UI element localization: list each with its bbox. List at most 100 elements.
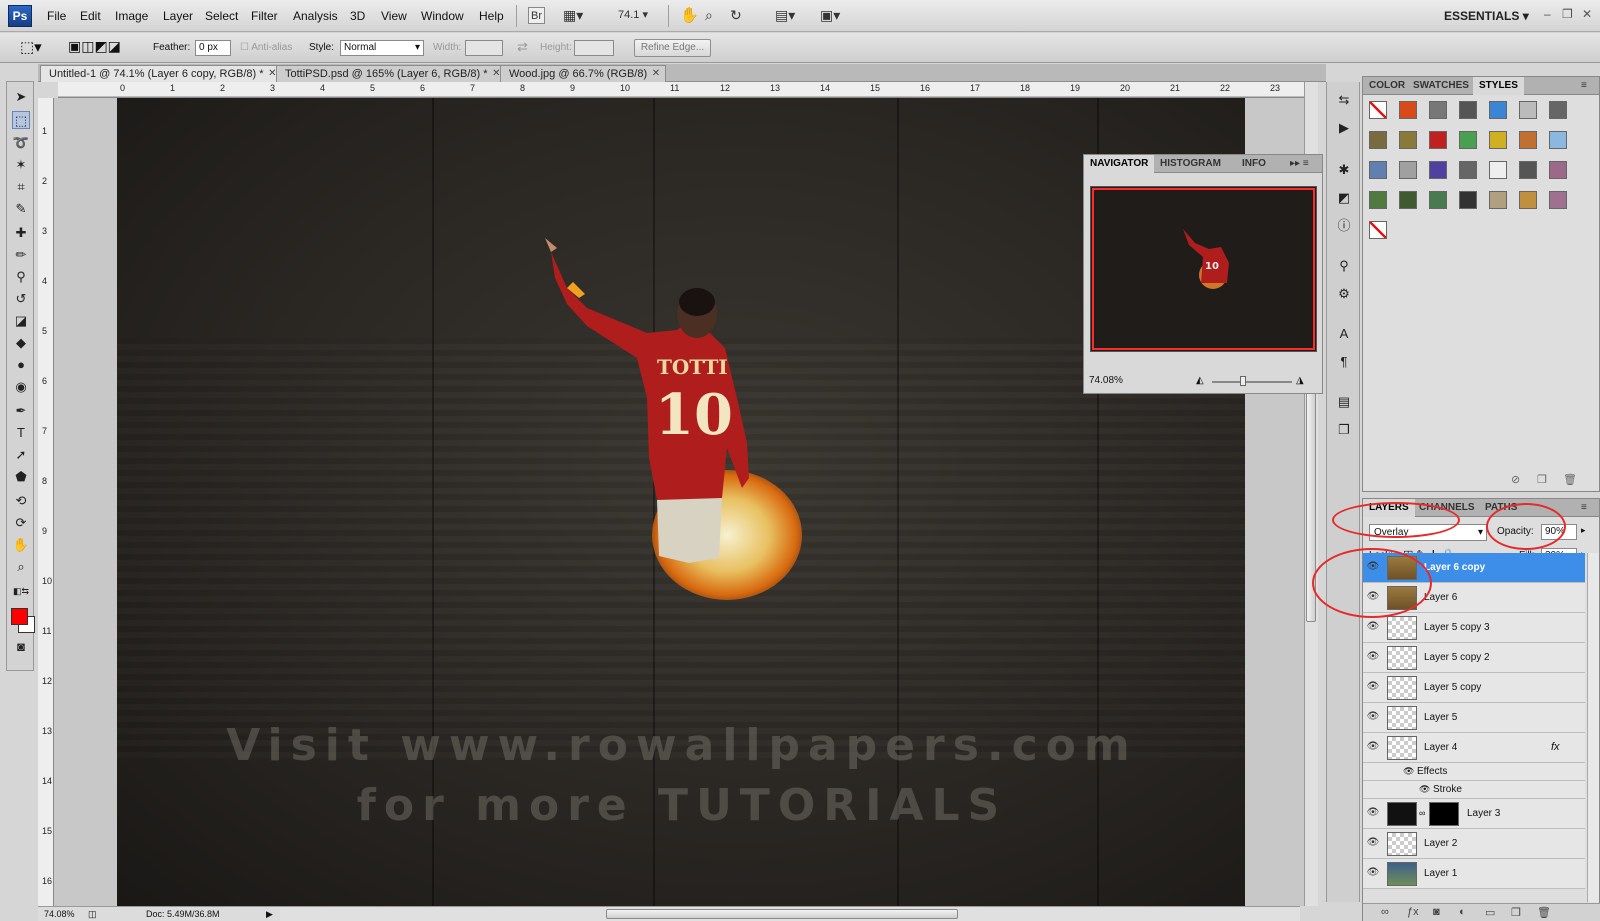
- style-swatch[interactable]: [1519, 131, 1537, 149]
- fx-icon[interactable]: fx: [1551, 741, 1560, 753]
- style-swatch[interactable]: [1429, 101, 1447, 119]
- zoom-icon[interactable]: ⌕: [705, 7, 713, 24]
- style-swatch[interactable]: [1549, 101, 1567, 119]
- zoom-level-dropdown[interactable]: 74.1 ▾: [618, 7, 648, 24]
- style-swatch[interactable]: [1459, 161, 1477, 179]
- menu-layer[interactable]: Layer: [163, 9, 193, 23]
- style-swatch[interactable]: [1519, 191, 1537, 209]
- close-tab-icon[interactable]: ✕: [652, 66, 660, 82]
- menu-3d[interactable]: 3D: [350, 9, 365, 23]
- layer-row-1[interactable]: 👁 Layer 1: [1363, 859, 1585, 889]
- style-dropdown[interactable]: Normal ▾: [340, 40, 424, 56]
- new-layer-icon[interactable]: ❐: [1511, 906, 1521, 919]
- zoom-out-icon[interactable]: ◭: [1196, 375, 1204, 386]
- tab-color[interactable]: COLOR: [1363, 77, 1411, 95]
- tab-info[interactable]: INFO: [1236, 155, 1272, 173]
- magic-wand-icon[interactable]: ✶: [12, 156, 30, 174]
- panel-menu-icon[interactable]: ≡: [1575, 77, 1593, 95]
- quick-mask-icon[interactable]: ◙: [12, 638, 30, 656]
- tool-presets-icon[interactable]: ⚙: [1335, 286, 1353, 302]
- shape-tool-icon[interactable]: ⬟: [12, 468, 30, 486]
- panel-menu-icon[interactable]: ▸▸ ≡: [1284, 155, 1315, 173]
- document-canvas[interactable]: TOTTI 10 Visit www.rowallpapers.com for …: [117, 98, 1245, 906]
- panel-menu-icon[interactable]: ≡: [1575, 499, 1593, 517]
- style-swatch[interactable]: [1459, 131, 1477, 149]
- layer-row-2[interactable]: 👁 Layer 2: [1363, 829, 1585, 859]
- navigator-zoom-slider[interactable]: [1212, 381, 1292, 383]
- marquee-preset-icon[interactable]: ⬚▾: [20, 38, 42, 56]
- menu-view[interactable]: View: [381, 9, 407, 23]
- lasso-tool-icon[interactable]: ➰: [12, 134, 30, 152]
- selection-mode-icons[interactable]: ▣◫◩◪: [68, 38, 121, 55]
- style-swatch[interactable]: [1489, 161, 1507, 179]
- layer-stroke-row[interactable]: 👁 Stroke: [1363, 781, 1585, 799]
- menu-help[interactable]: Help: [479, 9, 504, 23]
- style-swatch[interactable]: [1399, 101, 1417, 119]
- menu-window[interactable]: Window: [421, 9, 464, 23]
- eyedropper-icon[interactable]: ✎: [12, 200, 30, 218]
- hand-tool-icon[interactable]: ✋: [12, 536, 30, 554]
- menu-select[interactable]: Select: [205, 9, 238, 23]
- notes-panel-icon[interactable]: ▤: [1335, 394, 1353, 410]
- style-swatch[interactable]: [1549, 131, 1567, 149]
- healing-brush-icon[interactable]: ✚: [12, 224, 30, 242]
- horizontal-scroll-thumb[interactable]: [606, 909, 958, 919]
- eye-icon[interactable]: 👁: [1366, 650, 1380, 664]
- anti-alias-checkbox[interactable]: ☐ Anti-alias: [240, 42, 292, 53]
- layer-row-3[interactable]: 👁 ∞ Layer 3: [1363, 799, 1585, 829]
- crop-tool-icon[interactable]: ⌗: [12, 178, 30, 196]
- actions-panel-icon[interactable]: ▶: [1335, 120, 1353, 136]
- style-swatch[interactable]: [1519, 161, 1537, 179]
- link-layers-icon[interactable]: ∞: [1381, 906, 1389, 918]
- mini-bridge-icon[interactable]: ▦▾: [563, 7, 583, 24]
- tab-histogram[interactable]: HISTOGRAM: [1154, 155, 1227, 173]
- eye-icon[interactable]: 👁: [1366, 836, 1380, 850]
- tab-styles[interactable]: STYLES: [1473, 77, 1524, 95]
- 3d-orbit-icon[interactable]: ⟳: [12, 514, 30, 532]
- default-colors-icon[interactable]: ◧⇆: [12, 582, 30, 600]
- layer-row-4[interactable]: 👁 Layer 4 fx: [1363, 733, 1585, 763]
- menu-analysis[interactable]: Analysis: [293, 9, 338, 23]
- brush-panel-icon[interactable]: ✱: [1335, 162, 1353, 178]
- navigator-thumbnail[interactable]: 10: [1090, 186, 1317, 352]
- style-swatch[interactable]: [1429, 191, 1447, 209]
- move-tool-icon[interactable]: ➤: [12, 88, 30, 106]
- swap-icon[interactable]: ⇄: [517, 39, 528, 55]
- style-swatch[interactable]: [1399, 161, 1417, 179]
- foreground-color-swatch[interactable]: [11, 608, 28, 625]
- adjustment-layer-icon[interactable]: ◐: [1459, 906, 1466, 918]
- tab-swatches[interactable]: SWATCHES: [1407, 77, 1475, 95]
- horizontal-scrollbar[interactable]: [280, 906, 1300, 921]
- character-panel-icon[interactable]: A: [1335, 326, 1353, 342]
- layer-row-5-copy-2[interactable]: 👁 Layer 5 copy 2: [1363, 643, 1585, 673]
- style-swatch[interactable]: [1549, 191, 1567, 209]
- doc-tab-wood[interactable]: Wood.jpg @ 66.7% (RGB/8) ✕: [500, 65, 667, 82]
- height-input[interactable]: [574, 40, 614, 56]
- status-menu-arrow-icon[interactable]: ▶: [266, 907, 273, 921]
- layer-row-5-copy-3[interactable]: 👁 Layer 5 copy 3: [1363, 613, 1585, 643]
- path-selection-icon[interactable]: ➚: [12, 446, 30, 464]
- feather-input[interactable]: 0 px: [195, 40, 231, 56]
- style-swatch[interactable]: [1459, 101, 1477, 119]
- zoom-in-icon[interactable]: ◮: [1296, 375, 1304, 386]
- eye-icon[interactable]: 👁: [1366, 866, 1380, 880]
- pen-tool-icon[interactable]: ✒: [12, 402, 30, 420]
- minimize-icon[interactable]: –: [1544, 7, 1551, 21]
- opacity-arrow-icon[interactable]: ▸: [1581, 525, 1586, 536]
- navigator-view-box[interactable]: [1092, 188, 1315, 350]
- navigator-panel-icon[interactable]: ◩: [1335, 190, 1353, 206]
- brush-tool-icon[interactable]: ✏: [12, 246, 30, 264]
- refine-edge-button[interactable]: Refine Edge...: [634, 39, 711, 57]
- style-swatch[interactable]: [1519, 101, 1537, 119]
- 3d-rotate-icon[interactable]: ⟲: [12, 492, 30, 510]
- menu-file[interactable]: File: [47, 9, 66, 23]
- style-swatch[interactable]: [1369, 161, 1387, 179]
- paragraph-panel-icon[interactable]: ¶: [1335, 354, 1353, 370]
- menu-edit[interactable]: Edit: [80, 9, 101, 23]
- screen-mode-icon[interactable]: ▣▾: [820, 7, 840, 24]
- layer-mask-icon[interactable]: ◙: [1433, 906, 1440, 918]
- style-swatch[interactable]: [1429, 161, 1447, 179]
- status-info-icon[interactable]: ◫: [88, 907, 97, 921]
- style-swatch[interactable]: [1459, 191, 1477, 209]
- dodge-tool-icon[interactable]: ◉: [12, 378, 30, 396]
